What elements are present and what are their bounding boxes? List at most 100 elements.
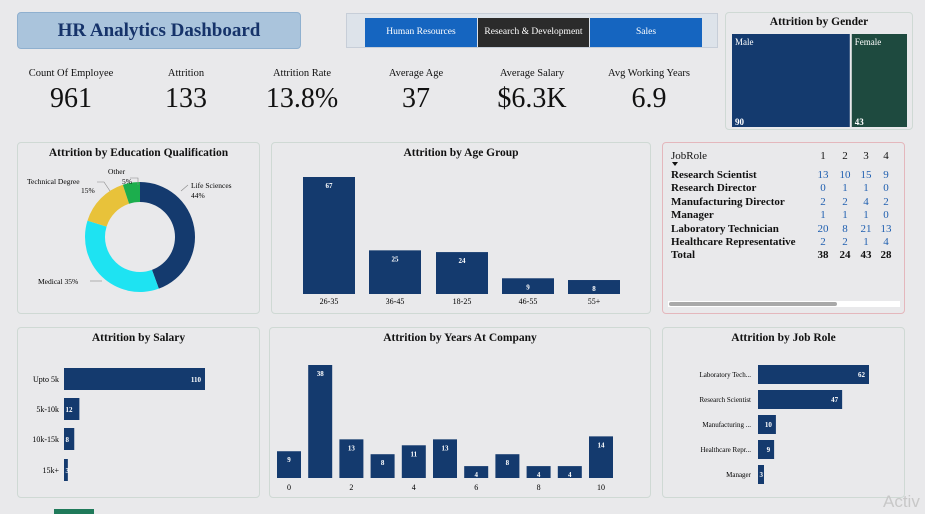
bar-data-label: 8 <box>592 285 596 293</box>
bar-data-label: 9 <box>767 446 771 454</box>
x-tick-label: 6 <box>474 483 478 492</box>
matrix-cell: 0 <box>883 209 889 222</box>
bar-data-label: 25 <box>392 255 400 263</box>
kpi-average-salary: Average Salary $6.3K <box>476 62 588 114</box>
bar-data-label: 12 <box>66 406 74 414</box>
matrix-cell: 1 <box>842 209 848 222</box>
matrix-cell: 21 <box>860 222 872 235</box>
matrix-cell: 1 <box>820 209 826 222</box>
education-donut-chart: Life Sciences44% Medical 35% Technical Deg… <box>27 167 232 292</box>
bar-data-label: 24 <box>459 257 467 265</box>
matrix-row-label: Manager <box>671 209 714 222</box>
x-tick-label: 55+ <box>588 297 601 306</box>
y-tick-label: 10k-15k <box>32 435 59 444</box>
matrix-cell: 24 <box>839 249 851 262</box>
education-panel: Attrition by Education Qualification Lif… <box>17 142 260 314</box>
bar-data-label: 9 <box>526 283 530 291</box>
matrix-cell: 28 <box>880 249 892 262</box>
matrix-cell: 1 <box>842 182 848 195</box>
job-role-panel: Attrition by Job Role Laboratory Tech...… <box>662 327 905 498</box>
bar-data-label: 9 <box>287 456 291 464</box>
x-tick-label: 2 <box>349 483 353 492</box>
slice-label-medical: Medical 35% <box>38 277 78 286</box>
kpi-value: 13.8% <box>265 83 339 114</box>
matrix-row-label: Research Director <box>671 182 757 195</box>
matrix-row: Manager 1 1 1 0 <box>671 209 899 222</box>
treemap-tile <box>732 34 850 127</box>
kpi-label: Average Age <box>388 68 444 79</box>
matrix-cell: 10 <box>839 169 851 181</box>
matrix-cell: 9 <box>883 169 889 181</box>
dashboard-title: HR Analytics Dashboard <box>17 12 301 49</box>
matrix-row: Healthcare Representative 2 2 1 4 <box>671 236 899 249</box>
matrix-row-label: Research Scientist <box>671 169 757 181</box>
matrix-horizontal-scrollbar[interactable] <box>668 301 900 307</box>
matrix-row: Research Director 0 1 1 0 <box>671 182 899 195</box>
matrix-col-header: 4 <box>883 150 889 162</box>
bar-data-label: 3 <box>66 467 70 475</box>
treemap-value: 43 <box>855 117 865 127</box>
leader-line <box>180 184 189 192</box>
leader-line <box>97 181 111 192</box>
gender-treemap-panel: Attrition by Gender Male 90 Female 43 <box>725 12 913 130</box>
bar <box>758 365 869 384</box>
bar-data-label: 14 <box>598 441 606 449</box>
nav-button-human-resources[interactable]: Human Resources <box>365 18 477 47</box>
bar-data-label: 8 <box>381 459 385 467</box>
bar <box>308 365 333 478</box>
bar-data-label: 13 <box>442 444 450 452</box>
nav-button-research-development[interactable]: Research & Development <box>478 18 589 47</box>
salary-bar-chart: Upto 5k 110 5k-10k 12 10k-15k 8 15k+ 3 <box>32 368 205 481</box>
matrix-cell: 0 <box>820 182 826 195</box>
kpi-count-of-employee: Count Of Employee 961 <box>17 62 125 114</box>
nav-button-sales[interactable]: Sales <box>590 18 702 47</box>
slice-label-other: Other <box>108 167 126 176</box>
treemap-tile <box>851 34 907 127</box>
age-group-bar-chart: 67 26-35 25 36-45 24 18-25 9 46-55 8 55+ <box>303 177 620 306</box>
x-tick-label: 0 <box>287 483 291 492</box>
sort-down-icon[interactable] <box>672 162 678 166</box>
kpi-value: 6.9 <box>631 83 667 114</box>
matrix-cell: 2 <box>842 195 848 208</box>
matrix-col-header: 1 <box>820 150 826 162</box>
salary-panel: Attrition by Salary Upto 5k 110 5k-10k 12 10… <box>17 327 260 498</box>
matrix-header-row: JobRole 1 2 3 4 <box>671 150 899 163</box>
y-tick-label: Manufacturing ... <box>702 421 751 429</box>
job-role-bar-chart: Laboratory Tech... 62 Research Scientist 47… <box>699 365 869 484</box>
scrollbar-thumb[interactable] <box>669 302 837 306</box>
y-tick-label: 5k-10k <box>36 405 59 414</box>
bar-data-label: 4 <box>568 471 572 479</box>
matrix-total-row: Total 38 24 43 28 <box>671 249 899 262</box>
matrix-header-jobrole[interactable]: JobRole <box>671 150 707 162</box>
y-tick-label: Upto 5k <box>33 375 59 384</box>
x-tick-label: 8 <box>537 483 541 492</box>
slice-label-technical-degree: Technical Degree <box>27 177 80 186</box>
x-tick-label: 36-45 <box>386 297 405 306</box>
page-tab-indicator[interactable] <box>54 509 94 514</box>
matrix-row-label: Laboratory Technician <box>671 222 779 235</box>
matrix-cell: 15 <box>860 169 872 181</box>
matrix-col-header: 3 <box>863 150 869 162</box>
y-tick-label: Research Scientist <box>699 396 751 404</box>
matrix-cell: 20 <box>817 222 829 235</box>
kpi-value: 961 <box>50 83 92 114</box>
years-at-company-bar-chart: 9 38 13 8 11 13 4 8 4 4 14 0 2 4 6 8 10 <box>277 365 613 492</box>
treemap-label: Male <box>735 37 754 47</box>
matrix-cell: 4 <box>883 236 889 248</box>
donut-slice <box>85 220 159 292</box>
matrix-row-label: Manufacturing Director <box>671 195 785 208</box>
bar-data-label: 47 <box>831 396 839 404</box>
x-tick-label: 26-35 <box>320 297 339 306</box>
years-at-company-panel: Attrition by Years At Company 9 38 13 8 11 13… <box>269 327 651 498</box>
matrix-row: Laboratory Technician 20 8 21 13 <box>671 223 899 236</box>
bar-data-label: 110 <box>191 376 202 384</box>
activation-watermark: Activ <box>883 492 920 511</box>
kpi-label: Average Salary <box>499 68 565 79</box>
slice-label-life-sciences: Life Sciences <box>191 181 232 190</box>
bar-data-label: 11 <box>410 450 417 458</box>
bar-data-label: 8 <box>66 436 70 444</box>
kpi-avg-working-years: Avg Working Years 6.9 <box>592 62 706 114</box>
bar-data-label: 4 <box>537 471 541 479</box>
bar <box>64 368 205 390</box>
bar-data-label: 13 <box>348 444 356 452</box>
